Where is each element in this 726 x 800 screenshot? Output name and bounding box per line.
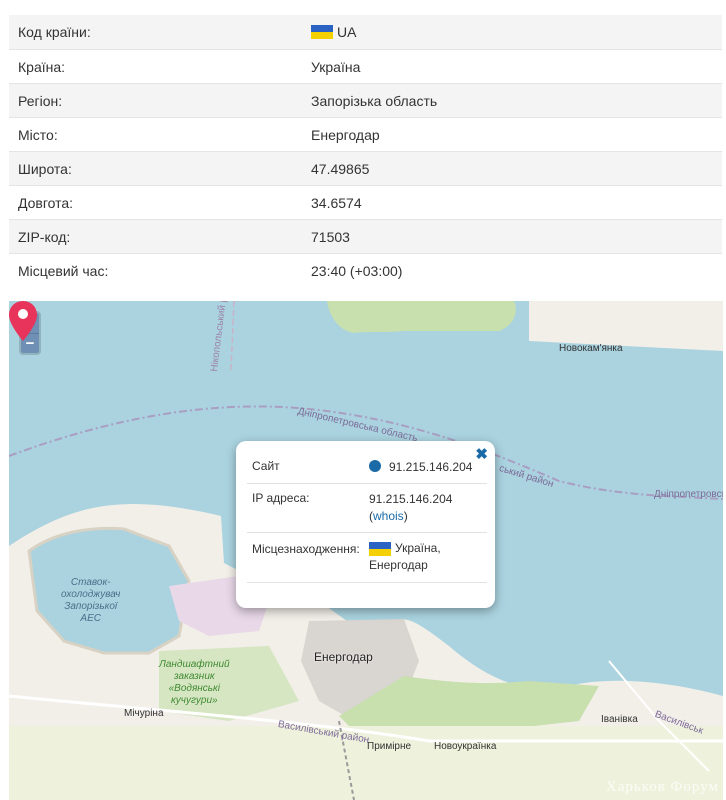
popup-location-value-wrap: Україна, Енергодар bbox=[369, 540, 441, 574]
popup-ip-value-wrap: 91.215.146.204 (whois) bbox=[369, 491, 452, 525]
country-code-value: UA bbox=[311, 24, 356, 40]
location-popup: ✖ Сайт 91.215.146.204 IP адреса: 91.215.… bbox=[236, 441, 495, 608]
popup-row-site: Сайт 91.215.146.204 bbox=[247, 453, 487, 484]
whois-link[interactable]: whois bbox=[373, 509, 404, 523]
country-label: Країна: bbox=[18, 58, 66, 75]
popup-row-ip: IP адреса: 91.215.146.204 (whois) bbox=[247, 484, 487, 533]
map-label-reserve: Ландшафтний заказник «Водянські кучугури… bbox=[159, 659, 230, 706]
row-country: Країна: Україна bbox=[9, 49, 722, 83]
country-value: Україна bbox=[311, 58, 361, 75]
region-label: Регіон: bbox=[18, 92, 63, 109]
latitude-label: Широта: bbox=[18, 160, 72, 177]
popup-site-value: 91.215.146.204 bbox=[389, 460, 473, 474]
map-label-novoukrainka: Новоукраїнка bbox=[434, 741, 497, 752]
ip-info-table: Код країни: UA Країна: Україна Регіон: З… bbox=[9, 15, 722, 287]
latitude-value: 47.49865 bbox=[311, 160, 370, 177]
local-time-value: 23:40 (+03:00) bbox=[311, 262, 403, 279]
city-label: Місто: bbox=[18, 126, 58, 143]
popup-ip-value: 91.215.146.204 bbox=[369, 492, 453, 506]
map-label-novokamianka: Новокам'янка bbox=[559, 343, 623, 354]
row-latitude: Широта: 47.49865 bbox=[9, 151, 722, 185]
popup-site-value-wrap: 91.215.146.204 bbox=[369, 459, 472, 476]
city-value: Енергодар bbox=[311, 126, 380, 143]
popup-location-city: Енергодар bbox=[369, 558, 428, 572]
country-code-text: UA bbox=[337, 24, 357, 40]
popup-ip-label: IP адреса: bbox=[252, 491, 310, 505]
longitude-label: Довгота: bbox=[18, 194, 74, 211]
local-time-label: Місцевий час: bbox=[18, 262, 109, 279]
popup-ukraine-flag-icon bbox=[369, 541, 391, 556]
row-country-code: Код країни: UA bbox=[9, 15, 722, 49]
row-local-time: Місцевий час: 23:40 (+03:00) bbox=[9, 253, 722, 287]
map-label-cooling-pond: Ставок- охолоджувач Запорізької АЕС bbox=[61, 577, 121, 624]
zip-label: ZIP-код: bbox=[18, 228, 71, 245]
map-label-michurino: Мічуріна bbox=[124, 708, 164, 719]
map-label-prymirne: Примірне bbox=[367, 741, 412, 752]
north-shore-green bbox=[327, 301, 516, 333]
popup-location-country: Україна, bbox=[395, 541, 441, 555]
map-label-enerhodar: Енергодар bbox=[314, 650, 373, 664]
location-pin-icon[interactable] bbox=[9, 301, 37, 341]
zip-value: 71503 bbox=[311, 228, 350, 245]
longitude-value: 34.6574 bbox=[311, 194, 362, 211]
map-label-ivanivka: Іванівка bbox=[601, 714, 638, 725]
row-longitude: Довгота: 34.6574 bbox=[9, 185, 722, 219]
popup-location-label: Місцезнаходження: bbox=[252, 542, 360, 556]
row-city: Місто: Енергодар bbox=[9, 117, 722, 151]
globe-icon bbox=[369, 460, 381, 472]
country-code-label: Код країни: bbox=[18, 24, 91, 40]
map-label-dnipro-oblast-2: Дніпропетровськ bbox=[654, 489, 723, 500]
row-zip: ZIP-код: 71503 bbox=[9, 219, 722, 253]
popup-row-location: Місцезнаходження: Україна, Енергодар bbox=[247, 533, 487, 583]
row-region: Регіон: Запорізька область bbox=[9, 83, 722, 117]
region-value: Запорізька область bbox=[311, 92, 438, 109]
popup-site-label: Сайт bbox=[252, 459, 280, 473]
location-map[interactable]: Нікопольський район Дніпропетровська обл… bbox=[9, 301, 723, 800]
forum-watermark: Харьков Форум bbox=[605, 779, 719, 795]
ukraine-flag-icon bbox=[311, 25, 333, 39]
whois-close: ) bbox=[403, 509, 408, 523]
